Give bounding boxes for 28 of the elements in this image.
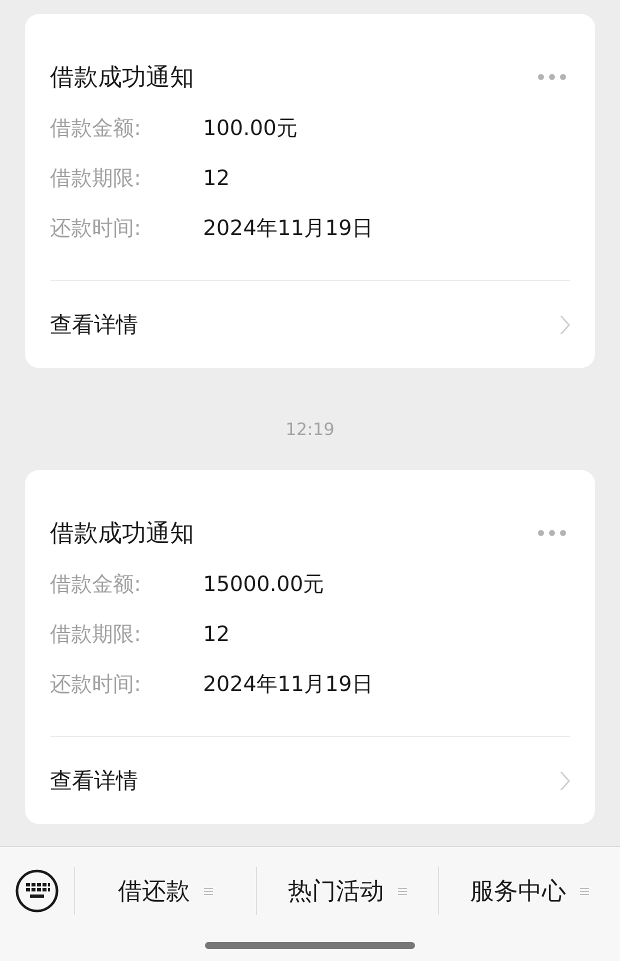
menu-item[interactable]: 借还款 <box>74 867 256 915</box>
submenu-icon <box>398 886 407 896</box>
submenu-icon <box>580 886 589 896</box>
menu-item[interactable]: 服务中心 <box>438 867 620 915</box>
chevron-right-icon <box>560 770 570 790</box>
field-label: 借款金额: <box>50 115 142 142</box>
field-label: 借款期限: <box>50 165 142 192</box>
field-label: 借款期限: <box>50 621 142 648</box>
chevron-right-icon <box>560 314 570 334</box>
keyboard-icon[interactable] <box>15 869 59 913</box>
field-value: 100.00元 <box>203 115 298 142</box>
card-title: 借款成功通知 <box>50 518 194 549</box>
message-time: 12:19 <box>284 420 336 440</box>
more-icon[interactable] <box>537 73 567 81</box>
more-icon[interactable] <box>537 529 567 537</box>
field-value: 12 <box>203 166 230 190</box>
field-value: 2024年11月19日 <box>203 215 373 242</box>
details-link[interactable]: 查看详情 <box>50 736 570 824</box>
field-label: 还款时间: <box>50 671 142 698</box>
card-title: 借款成功通知 <box>50 62 194 93</box>
details-link[interactable]: 查看详情 <box>50 280 570 368</box>
field-value: 15000.00元 <box>203 571 324 598</box>
field-value: 2024年11月19日 <box>203 671 373 698</box>
menu-item[interactable]: 热门活动 <box>256 867 438 915</box>
field-value: 12 <box>203 622 230 646</box>
submenu-icon <box>204 886 213 896</box>
field-label: 借款金额: <box>50 571 142 598</box>
field-label: 还款时间: <box>50 215 142 242</box>
